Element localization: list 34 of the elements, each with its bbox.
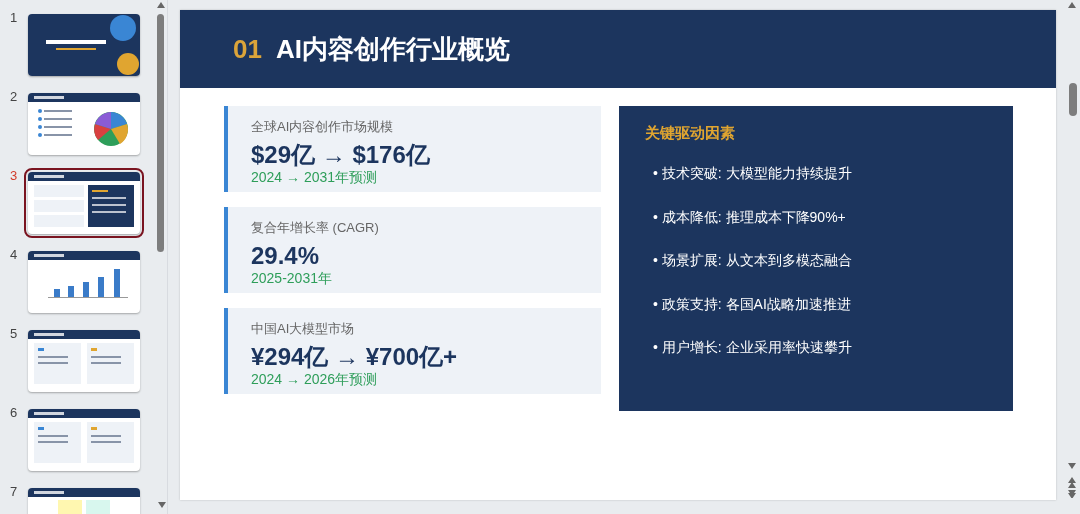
scroll-up-icon[interactable]	[1068, 2, 1076, 8]
slide-thumbnail[interactable]	[28, 93, 140, 155]
driver-item: • 技术突破: 大模型能力持续提升	[652, 165, 852, 183]
slide-thumbnail[interactable]	[28, 330, 140, 392]
slide-thumbnail[interactable]	[28, 14, 140, 76]
slide-thumbnail[interactable]	[28, 251, 140, 313]
metric-label: 中国AI大模型市场	[251, 320, 355, 338]
scroll-down-icon[interactable]	[158, 502, 166, 508]
scrollbar-thumb[interactable]	[1069, 83, 1077, 116]
driver-item: • 政策支持: 各国AI战略加速推进	[652, 295, 851, 314]
slide-number: 6	[9, 405, 19, 420]
metric-value: 29.4%	[251, 242, 320, 270]
slide-number: 7	[9, 484, 19, 499]
slide-number: 3	[9, 168, 19, 183]
metric-note: 2024 → 2026年预测	[251, 371, 378, 389]
driver-item: • 场景扩展: 从文本到多模态融合	[652, 252, 852, 271]
slide-number: 1	[9, 10, 19, 25]
metric-note: 2024 → 2031年预测	[251, 169, 378, 187]
slide-number: 5	[9, 326, 19, 341]
metric-label: 复合年增长率 (CAGR)	[251, 219, 379, 237]
panel-title: 关键驱动因素	[645, 124, 735, 143]
slide-number: 2	[9, 89, 19, 104]
slide-thumbnail[interactable]	[28, 409, 140, 471]
slide-title: AI内容创作行业概览	[275, 32, 510, 66]
metric-value: $29亿 → $176亿	[251, 141, 430, 169]
metric-note: 2025-2031年	[251, 270, 332, 288]
section-number: 01	[233, 33, 262, 65]
driver-item: • 用户增长: 企业采用率快速攀升	[652, 339, 852, 358]
slide-number: 4	[9, 247, 19, 262]
metric-value: ¥294亿 → ¥700亿+	[251, 343, 458, 371]
scrollbar-thumb[interactable]	[157, 14, 164, 252]
scroll-up-icon[interactable]	[157, 2, 165, 8]
driver-item: • 成本降低: 推理成本下降90%+	[652, 208, 846, 227]
metric-label: 全球AI内容创作市场规模	[251, 118, 394, 136]
